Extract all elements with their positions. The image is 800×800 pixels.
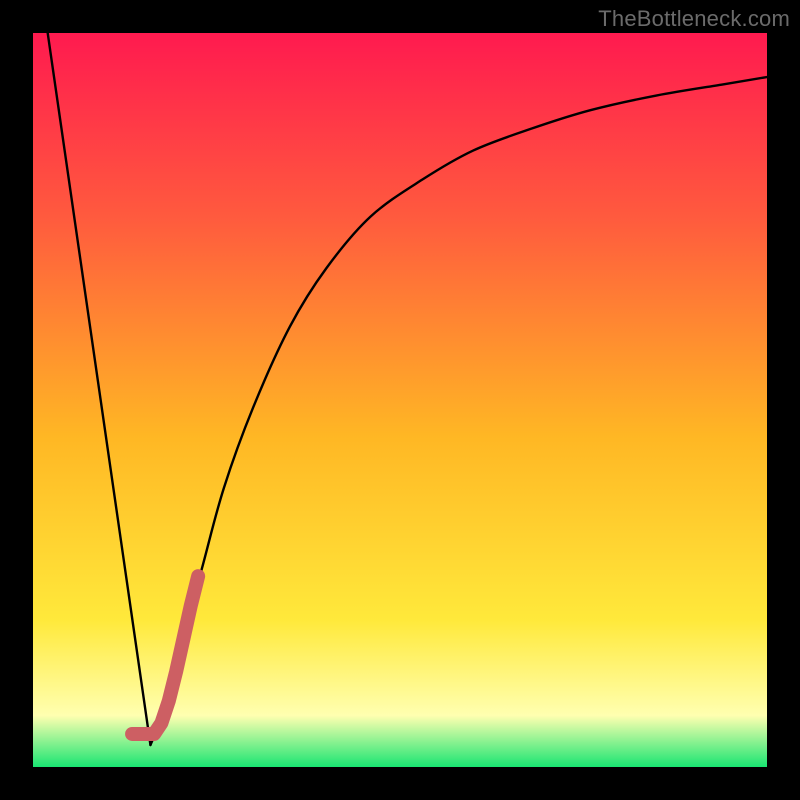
chart-frame: TheBottleneck.com	[0, 0, 800, 800]
chart-svg	[33, 33, 767, 767]
watermark-text: TheBottleneck.com	[598, 6, 790, 32]
plot-area	[33, 33, 767, 767]
gradient-background	[33, 33, 767, 767]
